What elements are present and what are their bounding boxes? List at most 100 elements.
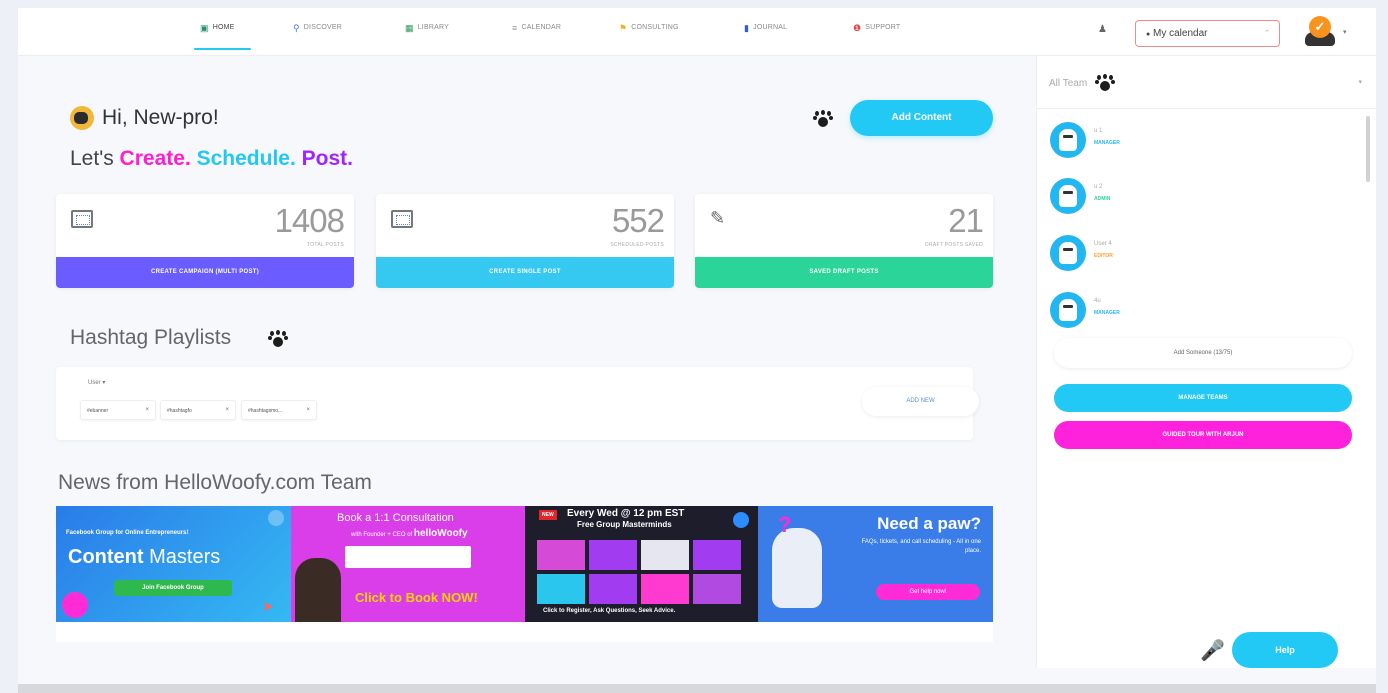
banner2-sub: with Founder + CEO of helloWoofy: [351, 528, 468, 539]
paw-icon[interactable]: [813, 110, 833, 128]
calendar-select[interactable]: ● My calendar ⌃: [1135, 20, 1280, 47]
member-name: u 1: [1094, 128, 1103, 134]
create-single-post-button[interactable]: CREATE SINGLE POST: [376, 257, 674, 288]
footer-bar: [18, 684, 1376, 693]
user-filter[interactable]: User ▾: [88, 379, 105, 386]
create-campaign-button[interactable]: CREATE CAMPAIGN (MULTI POST): [56, 257, 354, 288]
nav-library[interactable]: ▦ LIBRARY: [405, 24, 449, 50]
banner2-brand: helloWoofy: [413, 528, 468, 539]
banner2-sub-text: with Founder + CEO of: [351, 532, 413, 538]
news-card-footer: [56, 622, 993, 642]
banner1-title-2: Masters: [149, 546, 221, 568]
tagline-lets: Let's: [70, 147, 114, 170]
banner4-title: Need a paw?: [877, 514, 981, 533]
hashtag-title: Hashtag Playlists: [70, 326, 232, 349]
close-icon[interactable]: ×: [225, 407, 229, 413]
hashtag-section-title: Hashtag Playlists: [70, 326, 231, 350]
hashtag-chip[interactable]: #hashtagfo ×: [160, 400, 236, 420]
stat-card-total: 1408 TOTAL POSTS CREATE CAMPAIGN (MULTI …: [56, 194, 354, 288]
nav-support-label: SUPPORT: [865, 24, 901, 31]
member-avatar: [1050, 235, 1086, 271]
calendar-icon: [71, 210, 93, 228]
nav-journal-label: JOURNAL: [753, 24, 788, 31]
team-member[interactable]: u 1 MANAGER: [1050, 122, 1350, 162]
banner2-cta: Click to Book NOW!: [355, 590, 478, 605]
library-icon: ▦: [405, 23, 414, 33]
banner1-title: Content Masters: [68, 546, 220, 569]
hashtag-chip[interactable]: #hashtagsmo... ×: [241, 400, 317, 420]
user-filter-label: User: [88, 380, 101, 386]
team-select[interactable]: All Team: [1049, 74, 1116, 92]
hashtag-playlist-card: User ▾ #ebanner × #hashtagfo × #hashtags…: [56, 367, 979, 440]
consulting-icon: ⚑: [619, 23, 628, 33]
new-badge: NEW: [539, 510, 557, 520]
banner-masterminds[interactable]: NEW Every Wed @ 12 pm EST Free Group Mas…: [525, 506, 758, 622]
nav-support[interactable]: ❶ SUPPORT: [853, 24, 900, 50]
team-member[interactable]: u 2 ADMIN: [1050, 178, 1350, 218]
manage-teams-button[interactable]: MANAGE TEAMS: [1054, 384, 1352, 412]
banner2-title: Book a 1:1 Consultation: [337, 512, 454, 524]
avatar-caret-icon[interactable]: ▾: [1343, 28, 1347, 36]
news-section-title: News from HelloWoofy.com Team: [58, 471, 372, 495]
chevron-down-icon[interactable]: ▾: [1358, 78, 1362, 86]
help-button[interactable]: Help: [1232, 632, 1338, 668]
paw-icon[interactable]: [268, 330, 288, 348]
banner-consultation[interactable]: Book a 1:1 Consultation with Founder + C…: [291, 506, 525, 622]
scrollbar[interactable]: [1366, 116, 1370, 182]
tagline-schedule: Schedule.: [196, 147, 296, 170]
banner-need-a-paw[interactable]: ? Need a paw? FAQs, tickets, and call sc…: [758, 506, 993, 622]
user-icon[interactable]: ♟: [1098, 24, 1107, 35]
rocket-icon: ➤: [262, 598, 274, 614]
greeting: Hi, New-pro!: [70, 106, 219, 130]
banner3-sub: Free Group Masterminds: [577, 520, 672, 529]
zoom-icon: [733, 512, 749, 528]
banner3-foot: Click to Register, Ask Questions, Seek A…: [543, 608, 676, 614]
microphone-icon[interactable]: 🎤: [1200, 638, 1225, 663]
nav-consulting-label: CONSULTING: [631, 24, 679, 31]
member-role: MANAGER: [1094, 140, 1120, 146]
add-new-playlist-button[interactable]: ADD NEW: [862, 387, 979, 416]
stat-drafts-label: DRAFT POSTS SAVED: [925, 242, 983, 248]
team-member[interactable]: 4u MANAGER: [1050, 292, 1350, 332]
news-title: News from HelloWoofy.com Team: [58, 471, 372, 494]
nav-journal[interactable]: ▮ JOURNAL: [744, 24, 787, 50]
banner-content-masters[interactable]: Facebook Group for Online Entrepreneurs!…: [56, 506, 291, 622]
paw-icon: [1095, 74, 1116, 92]
nav-discover[interactable]: ⚲ DISCOVER: [293, 24, 342, 50]
add-someone-button[interactable]: Add Someone (13/75): [1054, 338, 1352, 368]
divider: [1037, 108, 1376, 109]
nav-calendar-label: CALENDAR: [521, 24, 562, 31]
hashtag-chip[interactable]: #ebanner ×: [80, 400, 156, 420]
team-sidebar: All Team ▾ u 1 MANAGER u 2 ADMIN User 4 …: [1036, 56, 1376, 668]
hashtag-chip-label: #hashtagsmo...: [248, 408, 283, 414]
mascot-grid: [537, 540, 741, 604]
avatar[interactable]: ✓: [1305, 16, 1337, 48]
woofy-mascot-icon: [62, 592, 88, 618]
hashtag-chip-label: #ebanner: [87, 408, 109, 414]
guided-tour-button[interactable]: GUIDED TOUR WITH ARJUN: [1054, 421, 1352, 449]
join-facebook-group-button[interactable]: Join Facebook Group: [114, 580, 232, 596]
close-icon[interactable]: ×: [306, 407, 310, 413]
member-avatar: [1050, 122, 1086, 158]
stat-scheduled-value: 552: [611, 202, 665, 239]
nav-consulting[interactable]: ⚑ CONSULTING: [619, 24, 679, 50]
nav-library-label: LIBRARY: [417, 24, 449, 31]
stat-card-drafts: ✎ 21 DRAFT POSTS SAVED SAVED DRAFT POSTS: [695, 194, 993, 288]
home-icon: ▣: [200, 23, 209, 33]
nav-calendar[interactable]: ≡ CALENDAR: [512, 24, 561, 50]
stat-card-scheduled: 552 SCHEDULED POSTS CREATE SINGLE POST: [376, 194, 674, 288]
banner3-title: Every Wed @ 12 pm EST: [567, 508, 685, 519]
add-content-button[interactable]: Add Content: [850, 100, 993, 136]
tagline-create: Create.: [119, 147, 191, 170]
close-icon[interactable]: ×: [145, 407, 149, 413]
edit-icon: ✎: [710, 208, 726, 228]
team-member[interactable]: User 4 EDITOR: [1050, 235, 1350, 275]
tagline-post: Post.: [301, 147, 353, 170]
top-navigation: ▣ HOME ⚲ DISCOVER ▦ LIBRARY ≡ CALENDAR ⚑…: [18, 8, 1376, 56]
member-name: u 2: [1094, 184, 1103, 190]
calendar-dot-icon: ●: [1146, 31, 1151, 38]
saved-draft-posts-button[interactable]: SAVED DRAFT POSTS: [695, 257, 993, 288]
get-help-now-button[interactable]: Get help now!: [876, 584, 980, 600]
nav-home[interactable]: ▣ HOME: [194, 23, 250, 50]
calendar-icon: [391, 210, 413, 228]
